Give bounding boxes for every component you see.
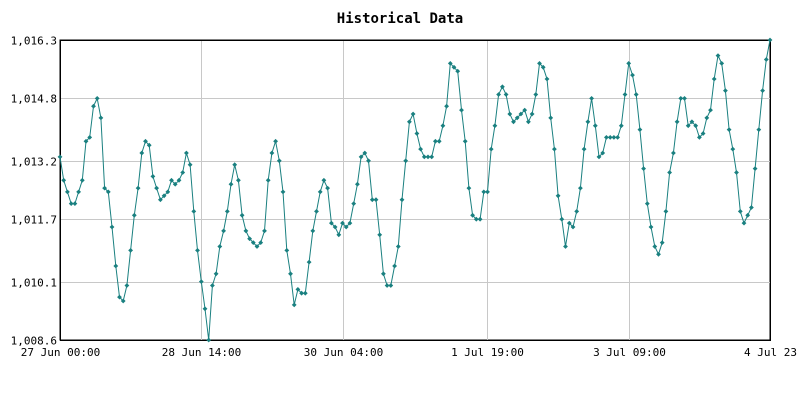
- y-tick-label: 1,014.8: [11, 93, 57, 106]
- chart-container: Historical Data 1,008.6 1,010.1 1,011.7 1,0…: [0, 0, 800, 400]
- y-tick-label: 1,010.1: [11, 277, 57, 290]
- line-chart: Historical Data 1,008.61,010.11,011.71,0…: [11, 11, 797, 359]
- chart-title: Historical Data: [337, 11, 463, 27]
- y-tick-label: 1,011.7: [11, 214, 57, 227]
- x-tick-label: 28 Jun 14:00: [162, 346, 241, 359]
- x-tick-label: 4 Jul 23: [744, 346, 797, 359]
- x-tick-label: 3 Jul 09:00: [593, 346, 666, 359]
- plot-area: [59, 39, 771, 341]
- y-tick-label: 1,013.2: [11, 156, 57, 169]
- x-tick-label: 1 Jul 19:00: [451, 346, 524, 359]
- y-tick-label: 1,016.3: [11, 35, 57, 48]
- x-tick-label: 27 Jun 00:00: [21, 346, 100, 359]
- x-tick-label: 30 Jun 04:00: [304, 346, 383, 359]
